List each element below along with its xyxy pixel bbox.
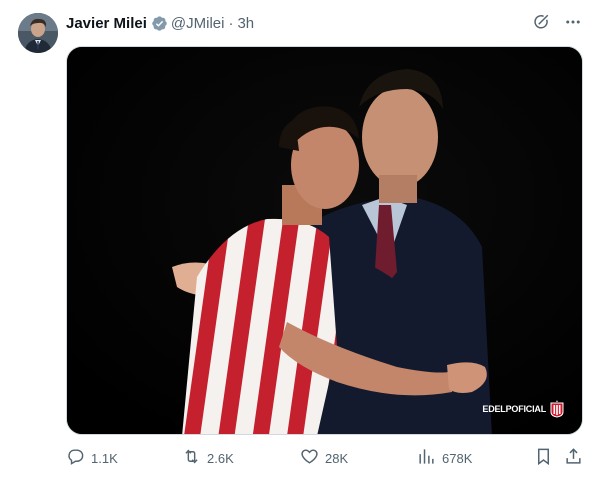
separator-dot: · [228, 14, 234, 32]
retweet-button[interactable]: 2.6K [182, 447, 234, 469]
bookmark-button[interactable] [534, 447, 553, 469]
view-count: 678K [442, 450, 473, 466]
heart-icon [300, 447, 319, 469]
retweet-icon [182, 447, 201, 469]
photo-illustration [67, 47, 582, 434]
retweet-count: 2.6K [207, 450, 234, 466]
like-count: 28K [325, 450, 349, 466]
views-chart-icon [417, 447, 436, 469]
tweet-photo[interactable]: EDELPOFICIAL [66, 46, 583, 435]
avatar[interactable] [18, 13, 58, 53]
tweet-header: Javier Milei @JMilei · 3h [66, 13, 254, 33]
grok-icon[interactable] [531, 12, 551, 32]
bookmark-icon [534, 447, 553, 469]
tweet-actions: 1.1K 2.6K 28K 678K [66, 447, 583, 469]
timestamp[interactable]: 3h [237, 15, 254, 32]
reply-count: 1.1K [91, 450, 118, 466]
more-icon[interactable] [563, 12, 583, 32]
reply-button[interactable]: 1.1K [66, 447, 118, 469]
reply-icon [66, 447, 85, 469]
share-icon [564, 447, 583, 469]
club-crest-icon [550, 400, 564, 418]
watermark-text: EDELPOFICIAL [482, 404, 546, 414]
share-button[interactable] [564, 447, 583, 469]
top-actions [531, 12, 583, 32]
views-button[interactable]: 678K [417, 447, 472, 469]
like-button[interactable]: 28K [300, 447, 348, 469]
photo-watermark: EDELPOFICIAL [482, 400, 564, 418]
verified-badge-icon [151, 15, 168, 32]
display-name[interactable]: Javier Milei [66, 15, 147, 32]
tweet: Javier Milei @JMilei · 3h EDELPOFICIAL 1… [0, 0, 599, 477]
user-handle[interactable]: @JMilei [171, 15, 225, 32]
